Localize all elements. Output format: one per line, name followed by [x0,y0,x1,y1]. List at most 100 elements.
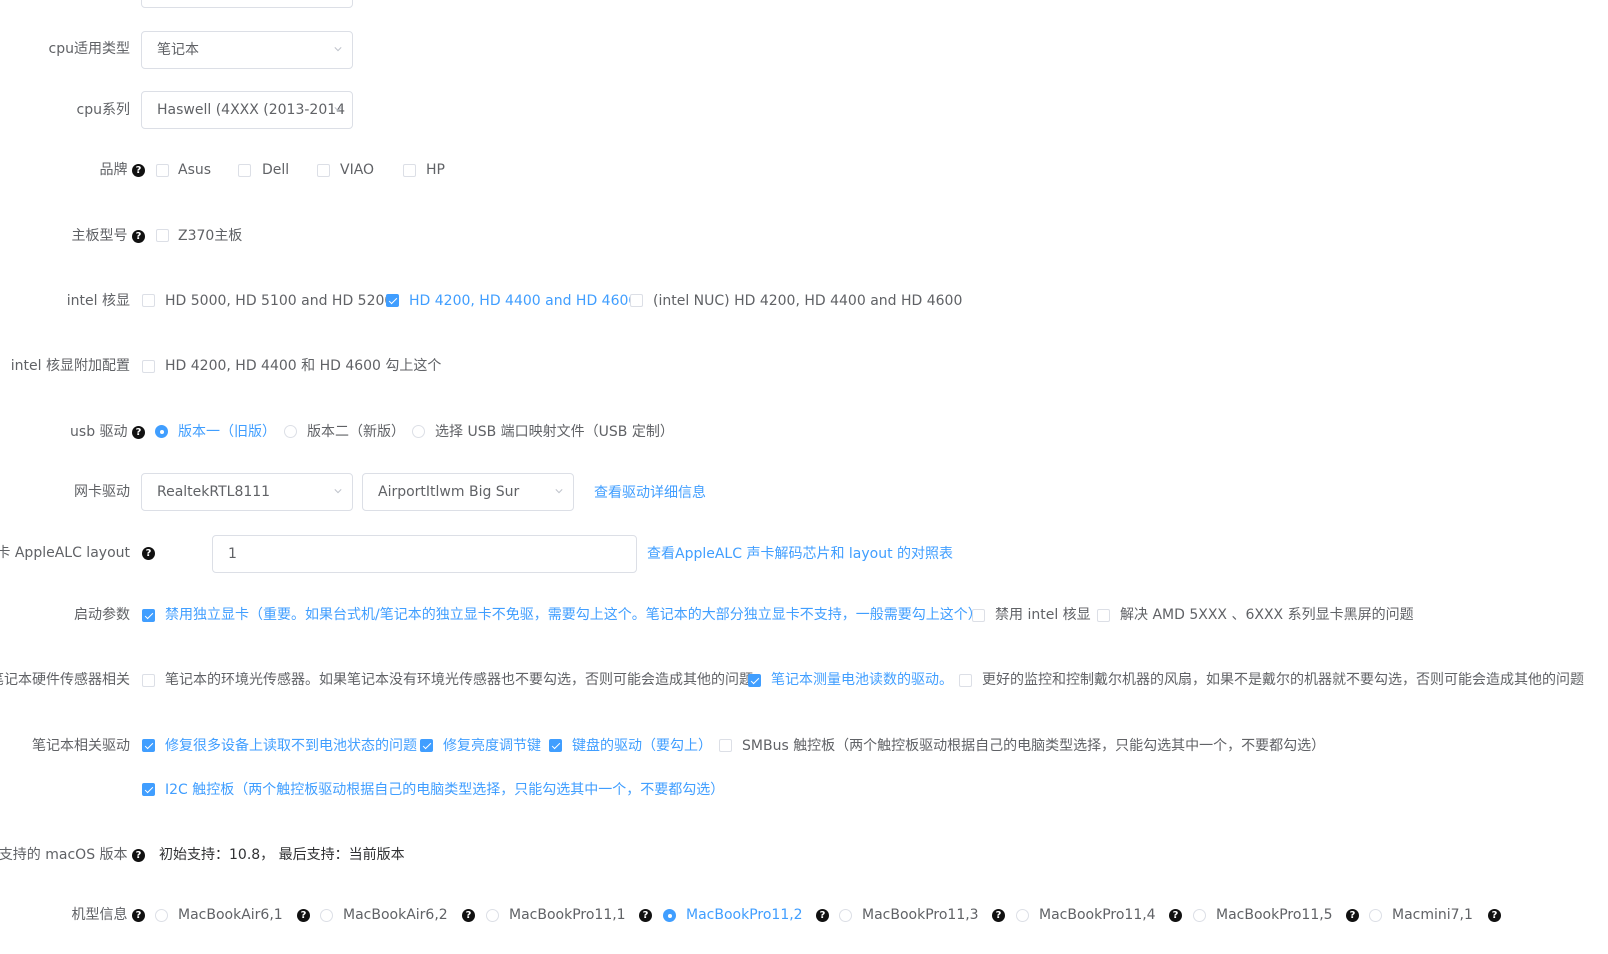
model-macbookpro111-text: MacBookPro11,1 [509,907,626,923]
igpu-nuc-checkbox[interactable] [630,294,643,307]
battery-status-text: 修复很多设备上读取不到电池状态的问题 [165,738,417,754]
macos-support-text: 初始支持：10.8， 最后支持：当前版本 [159,847,405,863]
chevron-down-icon [334,489,342,494]
model-macbookair62-text: MacBookAir6,2 [343,907,448,923]
battery-sensor-checkbox[interactable] [748,674,761,687]
nic-wireless-select[interactable]: AirportItlwm Big Sur [362,473,574,511]
alc-table-link[interactable]: 查看AppleALC 声卡解码芯片和 layout 的对照表 [647,544,953,564]
chevron-down-icon [555,489,563,494]
model-macbookpro114-radio[interactable] [1016,909,1029,922]
ambient-light-text: 笔记本的环境光传感器。如果笔记本没有环境光传感器也不要勾选，否则可能会造成其他的… [165,672,753,688]
model-macbookpro112-radio[interactable] [663,909,676,922]
motherboard-label-text: 主板型号 [71,228,128,244]
model-macbookpro113-radio[interactable] [839,909,852,922]
usb-map-text: 选择 USB 端口映射文件（USB 定制） [435,424,674,440]
help-icon[interactable]: ? [142,547,155,560]
macos-label: 支持的 macOS 版本 ? [0,845,145,865]
help-icon[interactable]: ? [992,909,1005,922]
battery-sensor-text: 笔记本测量电池读数的驱动。 [771,672,953,688]
cpu-series-label: cpu系列 [76,102,130,118]
disable-dgpu-text: 禁用独立显卡（重要。如果台式机/笔记本的独立显卡不免驱，需要勾上这个。笔记本的大… [165,607,982,623]
model-macbookpro111-radio[interactable] [486,909,499,922]
dell-fan-checkbox[interactable] [959,674,972,687]
brand-viao-text: VIAO [340,162,375,178]
help-icon[interactable]: ? [462,909,475,922]
model-label-text: 机型信息 [71,907,128,923]
intel-igpu-label: intel 核显 [66,293,130,309]
brand-dell-checkbox[interactable] [238,164,251,177]
model-macbookair61-text: MacBookAir6,1 [178,907,283,923]
brand-label: 品牌 ? [100,160,145,180]
igpu-hd5000-checkbox[interactable] [142,294,155,307]
nic-wired-value: RealtekRTL8111 [157,484,271,500]
model-macbookpro112-text: MacBookPro11,2 [686,907,803,923]
cpu-series-select[interactable]: Haswell (4XXX (2013-2014 [141,91,353,129]
battery-status-checkbox[interactable] [142,739,155,752]
smbus-touchpad-text: SMBus 触控板（两个触控板驱动根据自己的电脑类型选择，只能勾选其中一个，不要… [742,738,1326,754]
disable-dgpu-checkbox[interactable] [142,609,155,622]
chevron-down-icon [334,107,342,112]
brand-viao-checkbox[interactable] [317,164,330,177]
igpu-extra-checkbox[interactable] [142,360,155,373]
disable-igpu-checkbox[interactable] [972,609,985,622]
ambient-light-checkbox[interactable] [142,674,155,687]
brand-dell-text: Dell [262,162,290,178]
brightness-key-text: 修复亮度调节键 [443,738,541,754]
help-icon[interactable]: ? [132,908,145,922]
top-select-partial[interactable] [141,0,353,8]
cpu-type-value: 笔记本 [157,42,199,58]
igpu-hd4600-checkbox[interactable] [386,294,399,307]
chevron-down-icon [334,47,342,52]
brand-asus-checkbox[interactable] [156,164,169,177]
motherboard-z370-checkbox[interactable] [156,229,169,242]
igpu-hd4600-text: HD 4200, HD 4400 and HD 4600 [409,293,638,309]
smbus-touchpad-checkbox[interactable] [719,739,732,752]
help-icon[interactable]: ? [1169,909,1182,922]
help-icon[interactable]: ? [132,848,145,862]
brand-hp-checkbox[interactable] [403,164,416,177]
brightness-key-checkbox[interactable] [420,739,433,752]
help-icon[interactable]: ? [132,425,145,439]
help-icon[interactable]: ? [1346,909,1359,922]
brand-asus-text: Asus [178,162,212,178]
intel-igpu-extra-label: intel 核显附加配置 [10,358,130,374]
nic-wired-select[interactable]: RealtekRTL8111 [141,473,353,511]
help-icon[interactable]: ? [297,909,310,922]
keyboard-driver-checkbox[interactable] [549,739,562,752]
macos-label-text: 支持的 macOS 版本 [0,847,128,863]
usb-v2-radio[interactable] [284,425,297,438]
cpu-type-select[interactable]: 笔记本 [141,31,353,69]
model-macbookpro115-text: MacBookPro11,5 [1216,907,1333,923]
laptop-drivers-label: 笔记本相关驱动 [32,738,130,754]
usb-label: usb 驱动 ? [70,422,145,442]
brand-label-text: 品牌 [99,162,128,178]
usb-map-radio[interactable] [412,425,425,438]
help-icon[interactable]: ? [132,229,145,243]
help-icon[interactable]: ? [1488,909,1501,922]
audio-layout-value: 1 [228,546,237,562]
i2c-touchpad-checkbox[interactable] [142,783,155,796]
help-icon[interactable]: ? [816,909,829,922]
model-macmini71-radio[interactable] [1369,909,1382,922]
model-macmini71-text: Macmini7,1 [1392,907,1473,923]
brand-hp-text: HP [426,162,445,178]
model-macbookpro115-radio[interactable] [1193,909,1206,922]
amd-blackscreen-text: 解决 AMD 5XXX 、6XXX 系列显卡黑屏的问题 [1120,607,1414,623]
keyboard-driver-text: 键盘的驱动（要勾上） [572,738,712,754]
igpu-nuc-text: (intel NUC) HD 4200, HD 4400 and HD 4600 [653,293,963,309]
laptop-sensors-label: 笔记本硬件传感器相关 [0,672,130,688]
igpu-extra-text: HD 4200, HD 4400 和 HD 4600 勾上这个 [165,358,442,374]
model-label: 机型信息 ? [72,905,145,925]
model-macbookpro114-text: MacBookPro11,4 [1039,907,1156,923]
igpu-hd5000-text: HD 5000, HD 5100 and HD 5200 [165,293,394,309]
usb-v1-radio[interactable] [155,425,168,438]
help-icon[interactable]: ? [639,909,652,922]
audio-layout-input[interactable]: 1 [212,535,637,573]
help-icon[interactable]: ? [132,163,145,177]
nic-details-link[interactable]: 查看驱动详细信息 [594,483,706,503]
disable-igpu-text: 禁用 intel 核显 [995,607,1091,623]
amd-blackscreen-checkbox[interactable] [1097,609,1110,622]
model-macbookair61-radio[interactable] [155,909,168,922]
model-macbookair62-radio[interactable] [320,909,333,922]
usb-label-text: usb 驱动 [70,424,128,440]
